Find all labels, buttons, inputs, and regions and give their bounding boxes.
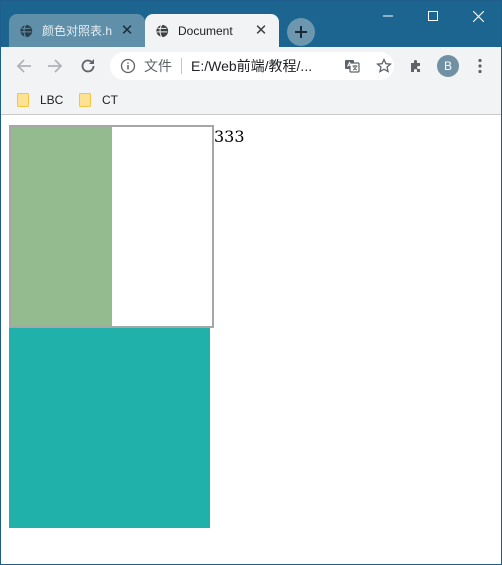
toolbar: 文件 E:/Web前端/教程/... B [1,47,501,85]
omnibox-divider [181,58,182,74]
extensions-icon [411,60,420,72]
minimize-icon [383,15,393,17]
back-button[interactable] [10,52,38,80]
bookmark-lbc[interactable]: LBC [17,91,63,109]
url-text[interactable]: E:/Web前端/教程/... [191,56,329,76]
bookmark-label: CT [102,93,118,107]
scheme-label: 文件 [144,58,172,74]
forward-icon [48,59,63,73]
tab-document[interactable]: Document ✕ [145,14,279,47]
globe-icon [19,23,33,38]
close-icon[interactable]: ✕ [253,22,269,39]
text-333: 333 [214,127,245,146]
forward-button[interactable] [41,52,69,80]
window-close-icon [472,10,484,22]
new-tab-button[interactable] [287,18,315,46]
bookmarks-bar: LBC CT [1,85,501,115]
window-close-button[interactable] [455,1,501,31]
maximize-icon [428,11,438,21]
bookmark-ct[interactable]: CT [79,91,118,109]
profile-avatar[interactable]: B [437,55,459,77]
info-icon[interactable] [120,58,136,74]
browser-window: 颜色对照表.h ✕ Document ✕ 文件 E:/Web前端/教程/... … [0,0,502,565]
menu-icon [478,58,482,74]
back-icon [16,59,31,73]
page-content: 333 [1,116,501,564]
plus-icon [295,26,307,38]
menu-button[interactable] [466,52,494,80]
tab-title: Document [178,23,233,38]
tab-strip: 颜色对照表.h ✕ Document ✕ [1,1,501,47]
green-inner-box [11,127,112,326]
tab-title: 颜色对照表.h [42,24,113,38]
extensions-button[interactable] [402,52,430,80]
tab-color-chart[interactable]: 颜色对照表.h ✕ [9,14,145,47]
folder-icon [17,93,29,107]
reload-button[interactable] [74,52,102,80]
address-bar[interactable]: 文件 E:/Web前端/教程/... [110,52,394,80]
globe-icon [155,23,169,38]
close-icon[interactable]: ✕ [119,22,135,39]
bordered-box [9,125,214,328]
maximize-button[interactable] [410,1,456,31]
translate-icon[interactable] [344,58,360,74]
bookmark-label: LBC [40,93,64,107]
teal-box [9,328,210,528]
star-icon[interactable] [376,58,392,74]
folder-icon [79,93,91,107]
minimize-button[interactable] [365,1,411,31]
reload-icon [81,59,95,73]
